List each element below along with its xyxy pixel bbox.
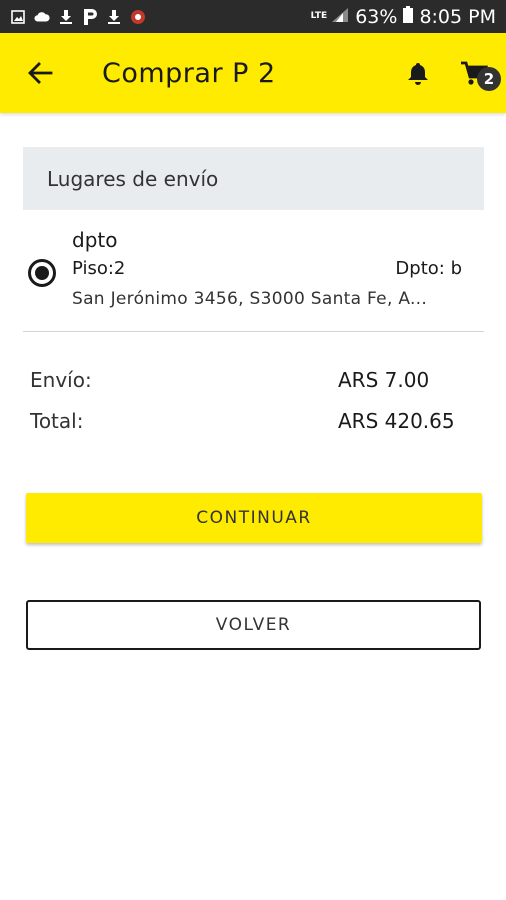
download-icon <box>58 9 74 25</box>
address-name: dpto <box>72 228 118 252</box>
address-street: San Jerónimo 3456, S3000 Santa Fe, A... <box>72 289 428 309</box>
shipping-cost-label: Envío: <box>30 368 92 392</box>
address-department: Dpto: b <box>395 258 462 279</box>
image-icon <box>10 9 26 25</box>
back-action-button[interactable]: VOLVER <box>26 600 481 650</box>
clock: 8:05 PM <box>419 5 496 28</box>
total-value: ARS 420.65 <box>338 409 455 433</box>
notifications-button[interactable] <box>402 57 434 89</box>
status-bar: LTE 63% 8:05 PM <box>0 0 506 33</box>
signal-icon <box>331 6 349 28</box>
address-radio[interactable] <box>28 259 56 287</box>
bell-icon <box>408 63 428 85</box>
p-logo-icon <box>82 8 98 25</box>
network-type: LTE <box>310 11 328 21</box>
status-indicators: LTE 63% 8:05 PM <box>310 5 496 28</box>
shipping-section-title: Lugares de envío <box>23 147 484 210</box>
radio-selected-dot <box>35 266 49 280</box>
shipping-cost-value: ARS 7.00 <box>338 368 430 392</box>
download-icon <box>106 9 122 25</box>
cart-count-badge: 2 <box>477 67 501 91</box>
notification-icons <box>10 8 146 25</box>
arrow-left-icon <box>28 62 53 84</box>
battery-level: 63% <box>355 5 398 28</box>
total-label: Total: <box>30 409 84 433</box>
cloud-icon <box>34 9 50 25</box>
shipping-address-option[interactable]: dpto Piso:2 Dpto: b San Jerónimo 3456, S… <box>23 222 484 332</box>
cart-button[interactable]: 2 <box>456 55 502 95</box>
address-floor: Piso:2 <box>72 258 126 279</box>
battery-icon <box>403 5 414 28</box>
continue-button[interactable]: CONTINUAR <box>26 493 482 543</box>
page-title: Comprar P 2 <box>102 57 276 89</box>
back-button[interactable] <box>20 53 60 93</box>
app-icon <box>130 9 146 25</box>
app-bar: Comprar P 2 2 <box>0 33 506 113</box>
